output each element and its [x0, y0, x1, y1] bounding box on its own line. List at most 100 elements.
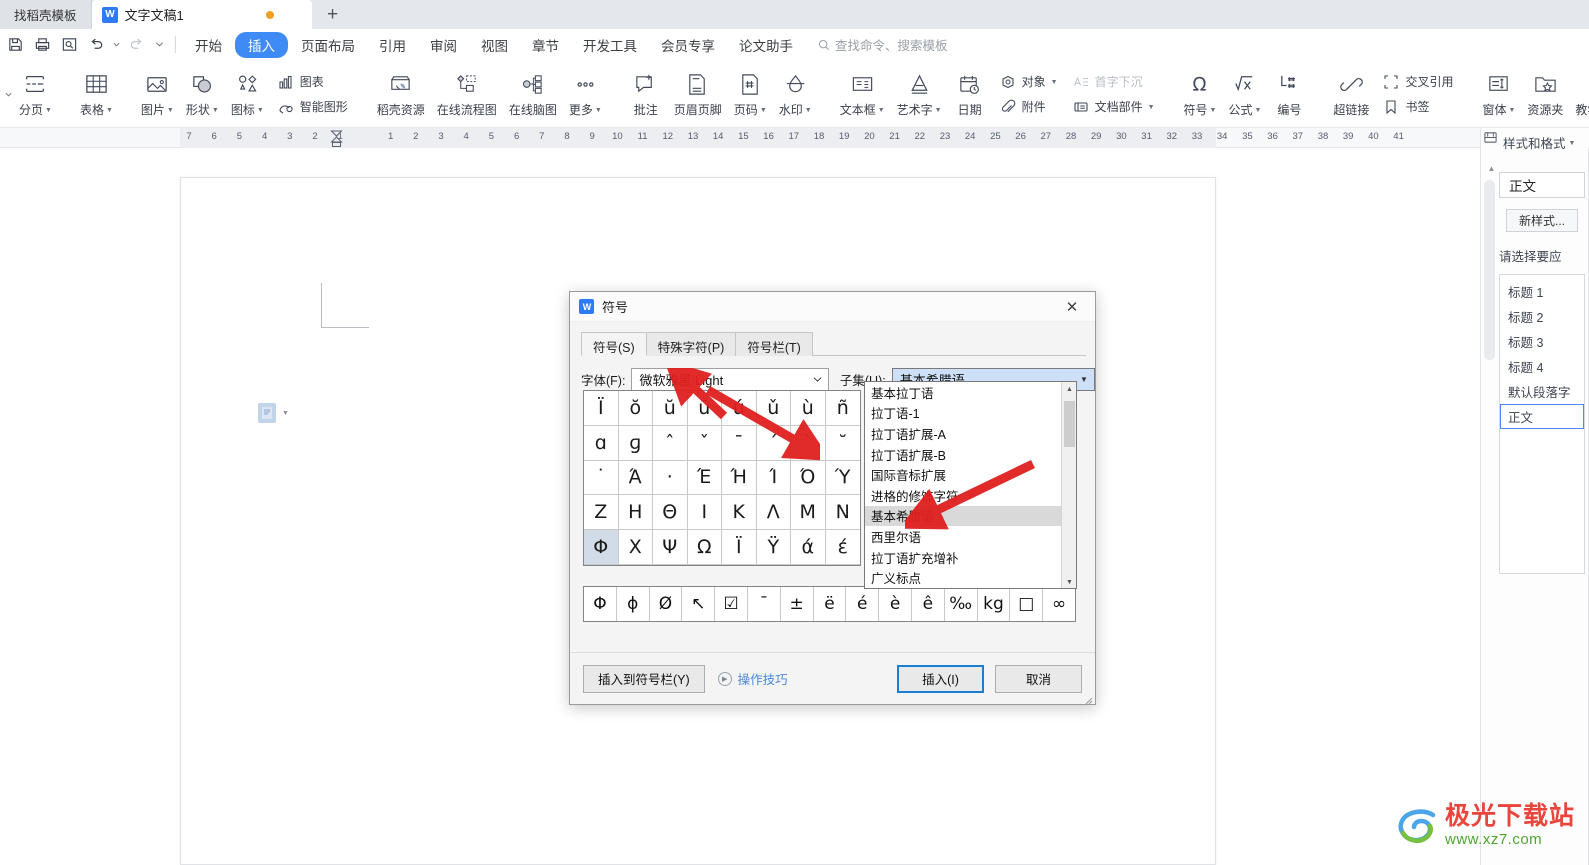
button-smartart[interactable]: 智能图形 [274, 96, 351, 118]
tab-insert[interactable]: 插入 [235, 31, 288, 58]
recent-symbol-cell[interactable]: è [879, 587, 912, 621]
symbol-cell[interactable]: ū [687, 391, 722, 426]
style-list-item[interactable]: 正文 [1500, 404, 1584, 429]
search-command-box[interactable]: 查找命令、搜索模板 [818, 35, 948, 54]
ribbon-scroll-left-icon[interactable] [3, 82, 13, 106]
button-online-flowchart[interactable]: 在线流程图 [431, 63, 503, 125]
redo-icon[interactable] [123, 33, 149, 57]
symbol-cell[interactable]: Έ [687, 460, 722, 496]
panel-collapse-icon[interactable]: ▲ [1485, 162, 1498, 175]
recent-symbol-cell[interactable]: é [846, 587, 880, 621]
cancel-button[interactable]: 取消 [995, 664, 1082, 693]
style-list-item[interactable]: 标题 1 [1500, 279, 1584, 304]
button-resource-folder[interactable]: 资源夹 [1521, 63, 1569, 125]
button-bookmark[interactable]: 书签 [1379, 96, 1456, 118]
symbol-cell[interactable]: Χ [618, 530, 653, 565]
save-icon[interactable] [2, 33, 28, 57]
symbol-cell[interactable]: Ψ [653, 530, 688, 565]
undo-icon[interactable] [83, 33, 109, 57]
symbol-cell[interactable]: ˋ [791, 425, 826, 461]
font-combobox[interactable]: 微软雅黑 Light [631, 368, 829, 391]
tab-docer-template[interactable]: 找稻壳模板 [0, 0, 92, 29]
recent-symbol-cell[interactable]: ê [912, 587, 945, 621]
symbol-cell[interactable]: ˊ [756, 425, 791, 461]
symbol-cell[interactable]: ɑ [584, 425, 619, 461]
symbol-cell[interactable]: Η [618, 495, 653, 531]
scroll-down-icon[interactable]: ▼ [1062, 575, 1076, 588]
tab-special-characters[interactable]: 特殊字符(P) [645, 332, 737, 356]
tab-start[interactable]: 开始 [184, 32, 233, 58]
current-style-field[interactable]: 正文 [1499, 172, 1585, 198]
button-formula[interactable]: 公式 ▼ [1222, 63, 1267, 125]
button-hyperlink[interactable]: 超链接 [1327, 63, 1375, 125]
print-icon[interactable] [29, 33, 55, 57]
symbol-cell[interactable]: Λ [756, 495, 791, 531]
symbol-cell[interactable]: ŏ [618, 391, 653, 426]
symbol-cell[interactable]: · [653, 460, 688, 496]
recent-symbol-cell[interactable]: □ [1010, 587, 1044, 621]
subset-list-item[interactable]: 拉丁语扩充增补 [865, 547, 1063, 568]
button-icons[interactable]: 图标 ▼ [225, 63, 270, 125]
subset-list-item[interactable]: 基本拉丁语 [865, 382, 1063, 403]
new-style-button[interactable]: 新样式... [1506, 209, 1578, 232]
button-teaching-tools[interactable]: 教学工具 [1569, 63, 1589, 125]
symbol-cell[interactable]: ǔ [756, 391, 791, 426]
button-object[interactable]: 对象 ▼ [996, 71, 1061, 93]
symbol-cell[interactable]: ˆ [653, 425, 688, 461]
tab-references[interactable]: 引用 [368, 32, 417, 58]
button-more[interactable]: 更多 ▼ [563, 63, 608, 125]
tab-section[interactable]: 章节 [521, 32, 570, 58]
close-icon[interactable]: ✕ [1055, 293, 1089, 321]
panel-pin-icon[interactable] [1483, 130, 1499, 146]
symbol-cell[interactable]: Ι [687, 495, 722, 531]
symbol-cell[interactable]: ɡ [618, 425, 653, 461]
recent-symbol-cell[interactable]: Φ [584, 587, 617, 621]
insert-button[interactable]: 插入(I) [897, 664, 984, 693]
tab-symbols[interactable]: 符号(S) [581, 332, 647, 356]
subset-list-item[interactable]: 国际音标扩展 [865, 464, 1063, 485]
customize-qat-icon[interactable] [150, 33, 168, 57]
recent-symbol-cell[interactable]: ↖ [682, 587, 716, 621]
subset-list-scrollbar[interactable]: ▲ ▼ [1061, 382, 1076, 588]
chevron-down-icon[interactable]: ▼ [282, 410, 289, 417]
button-cross-reference[interactable]: 交叉引用 [1379, 71, 1456, 93]
symbol-cell[interactable]: ú [722, 391, 757, 426]
symbol-cell[interactable]: ù [791, 391, 826, 426]
style-list-item[interactable]: 默认段落字 [1500, 379, 1584, 404]
insert-to-symbol-bar-button[interactable]: 插入到符号栏(Y) [583, 664, 705, 693]
recent-symbol-cell[interactable]: ± [781, 587, 814, 621]
symbol-cell[interactable]: Κ [722, 495, 757, 531]
button-shapes[interactable]: 形状 ▼ [180, 63, 225, 125]
recent-symbol-cell[interactable]: ‰ [945, 587, 978, 621]
tab-symbol-bar[interactable]: 符号栏(T) [735, 332, 813, 356]
recent-symbol-cell[interactable]: Ø [650, 587, 683, 621]
symbol-cell[interactable]: Ό [791, 460, 826, 496]
button-symbol[interactable]: Ω 符号 ▼ [1178, 63, 1223, 125]
tab-developer[interactable]: 开发工具 [572, 32, 648, 58]
recent-symbol-cell[interactable]: ë [814, 587, 847, 621]
button-docer-resource[interactable]: 稻壳资源 [371, 63, 431, 125]
print-preview-icon[interactable] [56, 33, 82, 57]
symbol-cell[interactable]: Ϊ [584, 391, 619, 426]
symbol-cell[interactable]: έ [825, 530, 860, 565]
tab-page-layout[interactable]: 页面布局 [290, 32, 366, 58]
symbol-cell[interactable]: Ϊ [722, 530, 757, 565]
recent-symbols-grid[interactable]: Φϕ Ø ↖ ☑ ¯ ± ë é è ê ‰ kg □ ∞ [583, 586, 1076, 622]
symbol-grid[interactable]: Ϊŏ ŭ ū ú ǔ ù ñ ɑ ɡ ˆ ˇ ˉ ˊ ˋ ˘ ˙ Ά · Έ Ή Ί Ό Ύ Ζ Η Θ Ι Κ Λ Μ Ν Φ Χ Ψ Ω Ϊ Ϋά έ [583, 390, 861, 566]
button-doc-parts[interactable]: 文档部件 ▼ [1069, 96, 1158, 118]
tab-document-1[interactable]: W 文字文稿1 [91, 0, 312, 29]
button-chart[interactable]: 图表 [274, 71, 351, 93]
subset-list-item[interactable]: 拉丁语-1 [865, 403, 1063, 424]
symbol-cell[interactable]: ˇ [687, 425, 722, 461]
undo-dropdown-icon[interactable] [110, 33, 122, 57]
subset-dropdown-list[interactable]: 基本拉丁语 拉丁语-1 拉丁语扩展-A 拉丁语扩展-B 国际音标扩展 进格的修饰字符 基本希… [864, 381, 1077, 589]
symbol-cell[interactable]: Φ [584, 530, 619, 565]
symbol-cell[interactable]: Θ [653, 495, 688, 531]
recent-symbol-cell[interactable]: ☑ [715, 587, 748, 621]
style-list[interactable]: 标题 1 标题 2 标题 3 标题 4 默认段落字 正文 [1499, 274, 1585, 574]
symbol-cell[interactable]: Ύ [825, 461, 860, 496]
symbol-cell[interactable]: Ή [722, 460, 757, 496]
subset-list-item[interactable]: 进格的修饰字符 [865, 485, 1063, 506]
button-header-footer[interactable]: 页眉页脚 [668, 63, 728, 125]
style-list-item[interactable]: 标题 2 [1500, 304, 1584, 329]
